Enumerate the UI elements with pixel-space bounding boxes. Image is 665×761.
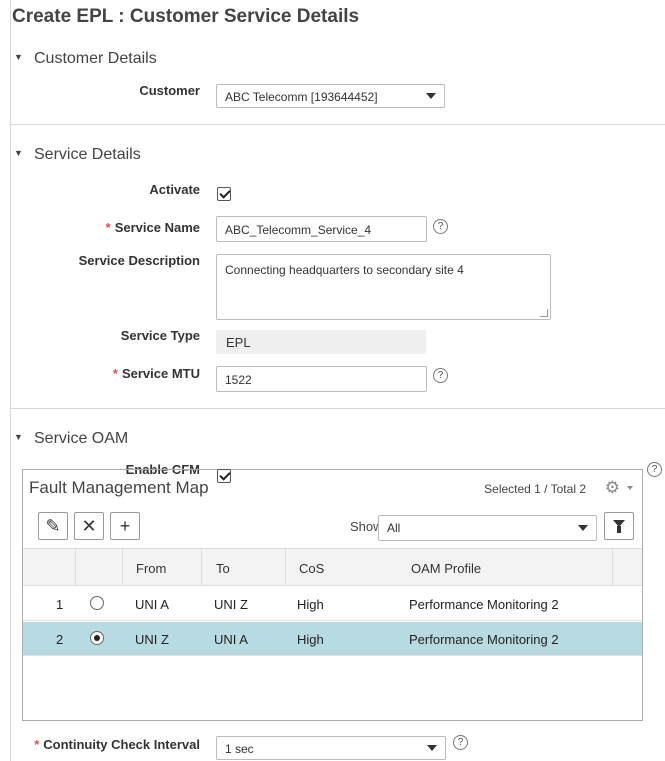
row-index: 2 bbox=[56, 632, 64, 647]
continuity-check-interval-select[interactable]: 1 sec bbox=[216, 736, 446, 760]
row-to: UNI Z bbox=[214, 597, 248, 612]
section-customer-details-label: Customer Details bbox=[34, 50, 157, 67]
table-row[interactable]: 2 UNI Z UNI A High Performance Monitorin… bbox=[23, 622, 642, 656]
filter-button[interactable] bbox=[604, 512, 634, 540]
required-asterisk: * bbox=[105, 220, 111, 235]
help-icon[interactable]: ? bbox=[433, 219, 448, 234]
section-service-oam-label: Service OAM bbox=[34, 430, 129, 447]
help-icon[interactable]: ? bbox=[433, 368, 448, 383]
enable-cfm-checkbox[interactable] bbox=[217, 469, 231, 483]
collapse-triangle-icon: ▼ bbox=[14, 52, 23, 62]
activate-checkbox[interactable] bbox=[217, 187, 231, 201]
collapse-triangle-icon: ▼ bbox=[14, 148, 23, 158]
continuity-check-interval-label: * Continuity Check Interval bbox=[0, 737, 200, 752]
fault-map-title: Fault Management Map bbox=[29, 478, 209, 497]
service-description-label: Service Description bbox=[78, 253, 200, 268]
row-select-radio[interactable] bbox=[90, 631, 104, 645]
required-asterisk: * bbox=[34, 737, 40, 752]
help-icon[interactable]: ? bbox=[453, 735, 468, 750]
pencil-icon: ✎ bbox=[45, 516, 61, 536]
page-title: Create EPL : Customer Service Details bbox=[12, 6, 360, 27]
row-oam-profile: Performance Monitoring 2 bbox=[409, 632, 559, 647]
service-mtu-label: * Service MTU bbox=[0, 366, 200, 381]
row-from: UNI Z bbox=[135, 632, 169, 647]
funnel-icon-stem bbox=[617, 526, 621, 533]
section-customer-details[interactable]: ▼ Customer Details bbox=[14, 50, 157, 68]
continuity-check-interval-value: 1 sec bbox=[225, 742, 254, 756]
chevron-down-icon[interactable] bbox=[627, 486, 633, 490]
service-description-value: Connecting headquarters to secondary sit… bbox=[225, 263, 464, 277]
section-divider bbox=[10, 124, 665, 125]
column-header-from[interactable]: From bbox=[136, 561, 166, 576]
section-divider bbox=[10, 408, 665, 409]
fault-management-map-panel: Fault Management Map Selected 1 / Total … bbox=[22, 469, 643, 721]
column-header-oam-profile[interactable]: OAM Profile bbox=[411, 561, 481, 576]
add-button[interactable]: + bbox=[110, 512, 140, 540]
customer-select[interactable]: ABC Telecomm [193644452] bbox=[216, 84, 445, 108]
section-service-details-label: Service Details bbox=[34, 146, 141, 163]
continuity-check-interval-label-text: Continuity Check Interval bbox=[43, 737, 200, 752]
service-mtu-label-text: Service MTU bbox=[121, 366, 200, 381]
section-service-oam[interactable]: ▼ Service OAM bbox=[14, 430, 128, 448]
chevron-down-icon bbox=[427, 745, 437, 751]
gear-icon[interactable]: ⚙ bbox=[605, 478, 620, 498]
x-icon: ✕ bbox=[81, 516, 97, 536]
help-icon[interactable]: ? bbox=[647, 462, 662, 477]
service-name-label-text: Service Name bbox=[114, 220, 200, 235]
chevron-down-icon bbox=[578, 525, 588, 531]
collapse-triangle-icon: ▼ bbox=[14, 432, 23, 442]
row-oam-profile: Performance Monitoring 2 bbox=[409, 597, 559, 612]
column-separator bbox=[285, 548, 286, 586]
show-filter-value: All bbox=[387, 521, 401, 535]
edit-button[interactable]: ✎ bbox=[38, 512, 68, 540]
service-name-input[interactable]: ABC_Telecomm_Service_4 bbox=[216, 216, 427, 242]
column-separator bbox=[612, 548, 613, 586]
service-type-value: EPL bbox=[216, 330, 426, 354]
required-asterisk: * bbox=[112, 366, 118, 381]
column-separator bbox=[122, 548, 123, 586]
grid-header bbox=[23, 548, 642, 586]
service-type-label: Service Type bbox=[120, 328, 200, 343]
table-row[interactable]: 1 UNI A UNI Z High Performance Monitorin… bbox=[23, 587, 642, 621]
column-separator bbox=[75, 548, 76, 586]
row-to: UNI A bbox=[214, 632, 248, 647]
activate-label: Activate bbox=[149, 182, 200, 197]
row-select-radio[interactable] bbox=[90, 596, 104, 610]
row-from: UNI A bbox=[135, 597, 169, 612]
column-separator bbox=[201, 548, 202, 586]
service-description-textarea[interactable]: Connecting headquarters to secondary sit… bbox=[216, 254, 551, 320]
service-name-label: * Service Name bbox=[0, 220, 200, 235]
service-mtu-input[interactable]: 1522 bbox=[216, 366, 427, 392]
column-header-to[interactable]: To bbox=[216, 561, 230, 576]
chevron-down-icon bbox=[426, 93, 436, 99]
section-service-details[interactable]: ▼ Service Details bbox=[14, 146, 141, 164]
delete-button[interactable]: ✕ bbox=[74, 512, 104, 540]
fault-map-selection-count: Selected 1 / Total 2 bbox=[484, 482, 586, 496]
plus-icon: + bbox=[119, 516, 131, 536]
customer-select-value: ABC Telecomm [193644452] bbox=[225, 90, 378, 104]
column-header-cos[interactable]: CoS bbox=[299, 561, 324, 576]
show-filter-select[interactable]: All bbox=[378, 515, 597, 541]
row-index: 1 bbox=[56, 597, 64, 612]
row-cos: High bbox=[297, 597, 324, 612]
customer-label: Customer bbox=[139, 83, 200, 98]
row-cos: High bbox=[297, 632, 324, 647]
resize-handle-icon[interactable] bbox=[540, 309, 548, 317]
